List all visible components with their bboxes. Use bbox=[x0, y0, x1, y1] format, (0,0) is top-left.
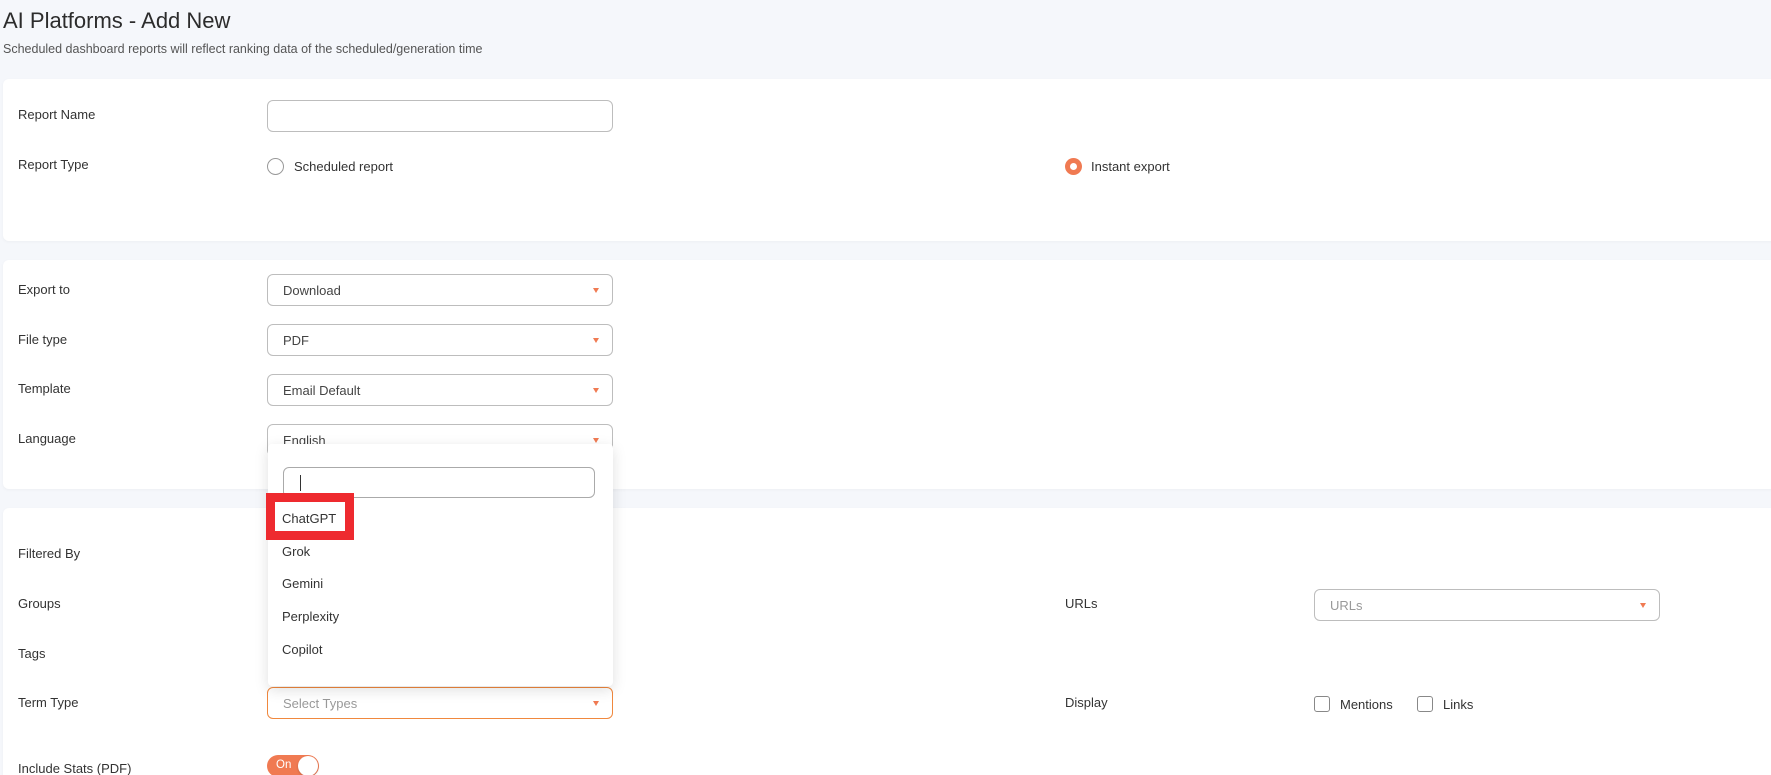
display-label: Display bbox=[1065, 695, 1108, 710]
urls-placeholder: URLs bbox=[1330, 598, 1363, 613]
mentions-label[interactable]: Mentions bbox=[1340, 697, 1393, 712]
chevron-down-icon bbox=[593, 288, 599, 293]
scheduled-report-label[interactable]: Scheduled report bbox=[294, 159, 393, 174]
instant-export-label[interactable]: Instant export bbox=[1091, 159, 1170, 174]
file-type-select[interactable]: PDF bbox=[267, 324, 613, 356]
language-label: Language bbox=[18, 431, 76, 446]
term-type-placeholder: Select Types bbox=[283, 696, 358, 711]
report-name-label: Report Name bbox=[18, 107, 96, 122]
term-type-select[interactable]: Select Types bbox=[267, 687, 613, 719]
file-type-value: PDF bbox=[283, 333, 309, 348]
page-title: AI Platforms - Add New bbox=[3, 8, 231, 33]
links-label[interactable]: Links bbox=[1443, 697, 1473, 712]
chevron-down-icon bbox=[593, 338, 599, 343]
page-subtitle: Scheduled dashboard reports will reflect… bbox=[3, 42, 483, 56]
export-to-value: Download bbox=[283, 283, 341, 298]
report-type-label: Report Type bbox=[18, 157, 89, 172]
chevron-down-icon bbox=[593, 701, 599, 706]
template-value: Email Default bbox=[283, 383, 361, 398]
toggle-knob bbox=[298, 756, 318, 775]
chevron-down-icon bbox=[593, 438, 599, 443]
groups-label: Groups bbox=[18, 596, 61, 611]
include-stats-label: Include Stats (PDF) bbox=[18, 761, 132, 775]
export-to-label: Export to bbox=[18, 282, 71, 297]
term-type-dropdown: ChatGPT Grok Gemini Perplexity Copilot bbox=[268, 444, 613, 686]
option-gemini[interactable]: Gemini bbox=[282, 576, 323, 591]
scheduled-report-radio[interactable] bbox=[267, 158, 284, 175]
export-to-select[interactable]: Download bbox=[267, 274, 613, 306]
file-type-label: File type bbox=[18, 332, 68, 347]
template-label: Template bbox=[18, 381, 71, 396]
filtered-by-label: Filtered By bbox=[18, 546, 81, 561]
template-select[interactable]: Email Default bbox=[267, 374, 613, 406]
option-grok[interactable]: Grok bbox=[282, 544, 310, 559]
include-stats-toggle[interactable]: On bbox=[267, 755, 319, 775]
urls-select[interactable]: URLs bbox=[1314, 589, 1660, 621]
toggle-state-label: On bbox=[276, 759, 292, 771]
option-copilot[interactable]: Copilot bbox=[282, 642, 322, 657]
mentions-checkbox[interactable] bbox=[1314, 696, 1330, 712]
text-cursor bbox=[300, 475, 301, 491]
highlight-box bbox=[266, 493, 354, 540]
tags-label: Tags bbox=[18, 646, 46, 661]
chevron-down-icon bbox=[1640, 603, 1646, 608]
term-type-label: Term Type bbox=[18, 695, 79, 710]
option-perplexity[interactable]: Perplexity bbox=[282, 609, 339, 624]
report-name-input[interactable] bbox=[267, 100, 613, 132]
urls-label: URLs bbox=[1065, 596, 1098, 611]
instant-export-radio[interactable] bbox=[1065, 158, 1082, 175]
links-checkbox[interactable] bbox=[1417, 696, 1433, 712]
chevron-down-icon bbox=[593, 388, 599, 393]
